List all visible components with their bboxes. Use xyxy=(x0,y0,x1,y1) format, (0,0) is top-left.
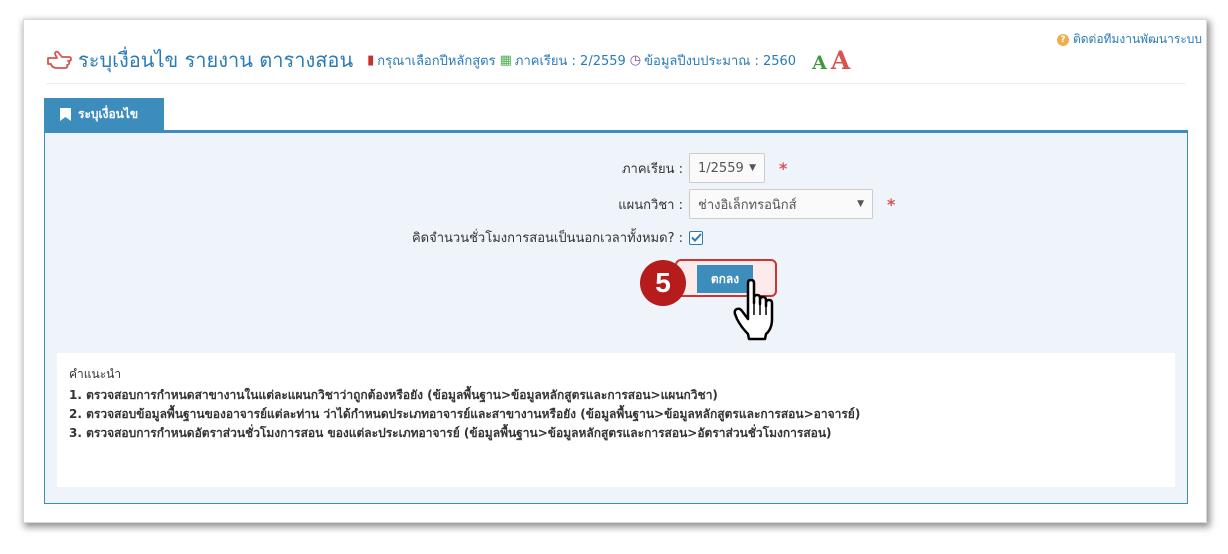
page-header: ระบุเงื่อนไข รายงาน ตารางสอน ▮ กรุณาเลือ… xyxy=(46,40,1186,80)
overtime-checkbox[interactable] xyxy=(689,230,703,245)
chevron-down-icon: ▼ xyxy=(857,199,864,209)
tab-label: ระบุเงื่อนไข xyxy=(78,106,139,121)
check-icon xyxy=(690,233,702,242)
department-select[interactable]: ช่างอิเล็กทรอนิกส์ ▼ xyxy=(689,189,873,219)
instruction-item: 3. ตรวจสอบการกำหนดอัตราส่วนชั่วโมงการสอน… xyxy=(69,426,832,440)
hand-point-icon xyxy=(47,50,72,69)
bookmark-icon xyxy=(60,107,71,121)
semester-select[interactable]: 1/2559 ▼ xyxy=(689,153,765,183)
instruction-item: 2. ตรวจสอบข้อมูลพื้นฐานของอาจารย์แต่ละท่… xyxy=(69,407,861,421)
instruction-item: 1. ตรวจสอบการกำหนดสาขางานในแต่ละแผนกวิชา… xyxy=(69,388,718,402)
semester-row: ภาคเรียน : 1/2559 ▼ * xyxy=(45,153,787,183)
conditions-panel: ภาคเรียน : 1/2559 ▼ * แผนกวิชา : ช่างอิเ… xyxy=(44,130,1188,504)
pointer-hand-icon xyxy=(733,279,774,341)
required-mark: * xyxy=(779,158,788,178)
font-decrease-button[interactable]: A xyxy=(812,52,827,74)
overtime-label: คิดจำนวนชั่วโมงการสอนเป็นนอกเวลาทั้งหมด?… xyxy=(411,231,683,246)
chevron-down-icon: ▼ xyxy=(749,163,756,173)
calendar-icon: ▦ xyxy=(499,52,512,68)
required-mark: * xyxy=(887,194,896,214)
overtime-row: คิดจำนวนชั่วโมงการสอนเป็นนอกเวลาทั้งหมด?… xyxy=(45,227,703,248)
header-divider xyxy=(46,83,1186,84)
department-label: แผนกวิชา : xyxy=(618,197,683,213)
instructions-box: คำแนะนำ 1. ตรวจสอบการกำหนดสาขางานในแต่ละ… xyxy=(57,353,1175,487)
contact-dev-link[interactable]: ? ติดต่อทีมงานพัฒนาระบบ xyxy=(1056,30,1202,49)
contact-label: ติดต่อทีมงานพัฒนาระบบ xyxy=(1072,32,1202,46)
department-row: แผนกวิชา : ช่างอิเล็กทรอนิกส์ ▼ * xyxy=(45,189,895,219)
budget-info: ข้อมูลปีงบประมาณ : 2560 xyxy=(644,53,797,69)
semester-info: ภาคเรียน : 2/2559 xyxy=(514,53,626,69)
semester-value: 1/2559 xyxy=(698,160,744,176)
clock-icon: ◷ xyxy=(629,52,642,68)
font-size-controls: A A xyxy=(812,46,850,75)
book-icon: ▮ xyxy=(367,52,375,68)
curriculum-link[interactable]: กรุณาเลือกปีหลักสูตร xyxy=(377,50,495,71)
tab-conditions[interactable]: ระบุเงื่อนไข xyxy=(44,98,164,130)
semester-label: ภาคเรียน : xyxy=(621,161,683,177)
header-meta: ▮ กรุณาเลือกปีหลักสูตร ▦ ภาคเรียน : 2/25… xyxy=(363,50,796,71)
question-icon: ? xyxy=(1056,33,1069,46)
instructions-title: คำแนะนำ xyxy=(69,367,122,381)
step-badge: 5 xyxy=(640,260,686,306)
main-window: ระบุเงื่อนไข รายงาน ตารางสอน ▮ กรุณาเลือ… xyxy=(24,20,1206,522)
department-value: ช่างอิเล็กทรอนิกส์ xyxy=(698,197,797,213)
font-increase-button[interactable]: A xyxy=(831,46,850,75)
page-title: ระบุเงื่อนไข รายงาน ตารางสอน xyxy=(78,48,354,72)
